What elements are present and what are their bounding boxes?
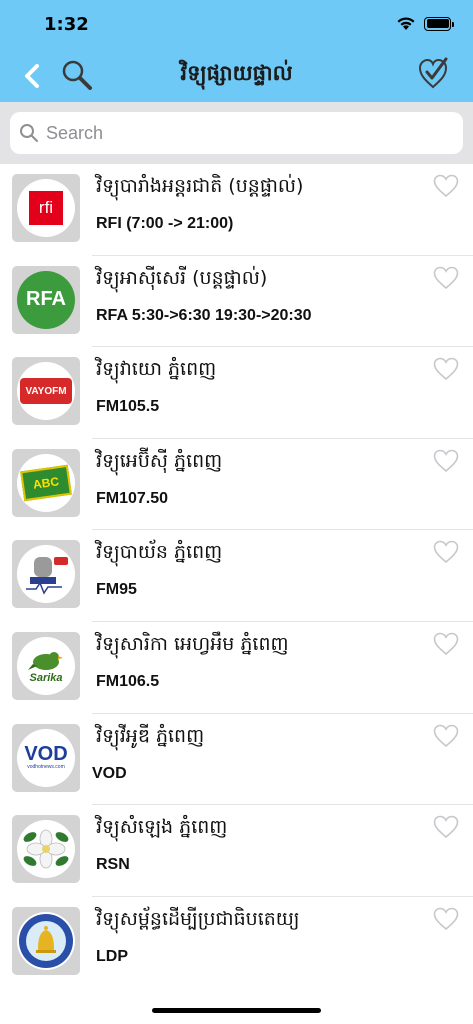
search-bar [0,102,473,164]
page-title: វិទ្យុផ្សាយផ្ទាល់ [180,61,293,85]
ldp-logo [12,906,80,975]
rfi-logo-text: rfi [38,198,54,217]
sarika-bird-icon [28,651,63,670]
heart-icon[interactable] [433,266,459,290]
search-icon[interactable] [60,58,94,92]
rfi-logo-mark: rfi [29,191,63,225]
search-field-icon [20,124,38,142]
station-title: វិទ្យុសារិកា អេហ្វអឹម ភ្នំពេញ [96,632,289,655]
station-subtitle: VOD [92,764,127,782]
station-row-rsn[interactable]: វិទ្យុសំឡេង ភ្នំពេញ RSN [0,805,473,897]
jasmine-flower-icon [23,829,69,869]
heart-icon[interactable] [433,174,459,198]
wifi-icon [397,17,415,30]
station-subtitle: RFI (7:00 -> 21:00) [96,215,234,232]
navigation-header: 1:32 វិទ្យុផ្សាយផ្ទាល់ [0,0,473,102]
heart-icon[interactable] [433,724,459,748]
station-title: វិទ្យុវាយោ ភ្នំពេញ [96,358,217,381]
station-subtitle: RSN [96,856,130,874]
station-row-ldp[interactable]: វិទ្យុសម្ព័ន្ធដើម្បីប្រជាធិបតេយ្យ LDP [0,897,473,989]
abc-logo-mark: ABC [20,464,72,501]
station-title: វិទ្យុបាយ័ន ភ្នំពេញ [96,541,223,564]
station-title: វិទ្យុសំឡេង ភ្នំពេញ [96,816,228,839]
rfa-logo-text: RFA [26,288,66,311]
heart-icon[interactable] [433,357,459,381]
station-subtitle: LDP [96,947,128,965]
heart-icon[interactable] [433,540,459,564]
ldp-bell-icon [19,913,73,968]
station-subtitle: FM105.5 [96,398,160,416]
station-title: វិទ្យុអេប៊ីស៊ី ភ្នំពេញ [96,449,223,472]
heart-icon[interactable] [433,632,459,656]
rsn-logo [12,815,80,884]
vayo-logo-mark: VAYOFM [20,378,72,405]
heart-icon[interactable] [433,449,459,473]
heart-icon[interactable] [433,815,459,839]
station-row-vayo[interactable]: VAYOFM វិទ្យុវាយោ ភ្នំពេញ FM105.5 [0,347,473,439]
station-subtitle: FM106.5 [96,672,160,690]
status-icons [396,16,454,31]
station-row-abc[interactable]: ABC វិទ្យុអេប៊ីស៊ី ភ្នំពេញ FM107.50 [0,439,473,531]
vayo-logo: VAYOFM [12,357,80,426]
vod-logo: VOD vodhotnews.com [12,723,80,792]
station-row-rfi[interactable]: rfi វិទ្យុបារាំងអន្តរជាតិ (បន្តផ្ទាល់) R… [0,164,473,256]
vod-logo-text: VOD [24,743,68,766]
station-subtitle: FM107.50 [96,489,169,507]
status-time: 1:32 [44,14,89,35]
station-row-vod[interactable]: VOD vodhotnews.com វិទ្យុវីអូឌី ភ្នំពេញ … [0,714,473,806]
abc-logo: ABC [12,448,80,517]
vod-logo-site: vodhotnews.com [27,764,65,771]
home-indicator[interactable] [152,1008,321,1013]
station-title: វិទ្យុអាស៊ីសេរី (បន្តផ្ទាល់) [96,266,268,289]
rfi-logo: rfi [12,174,80,242]
station-list: rfi វិទ្យុបារាំងអន្តរជាតិ (បន្តផ្ទាល់) R… [0,164,473,988]
search-field[interactable] [10,112,463,154]
station-title: វិទ្យុវីអូឌី ភ្នំពេញ [96,724,205,747]
station-row-rfa[interactable]: RFA វិទ្យុអាស៊ីសេរី (បន្តផ្ទាល់) RFA 5:3… [0,256,473,348]
heart-icon[interactable] [433,907,459,931]
sarika-logo-text: Sarika [29,671,63,684]
vayo-logo-text: VAYOFM [25,385,67,397]
station-subtitle: FM95 [96,581,137,599]
station-title: វិទ្យុបារាំងអន្តរជាតិ (បន្តផ្ទាល់) [96,175,304,197]
sarika-logo: Sarika [12,631,80,700]
bayon-logo [12,540,80,609]
station-title: វិទ្យុសម្ព័ន្ធដើម្បីប្រជាធិបតេយ្យ [96,907,300,930]
rfa-logo: RFA [12,265,80,334]
station-subtitle: RFA 5:30->6:30 19:30->20:30 [96,306,312,324]
station-row-bayon[interactable]: វិទ្យុបាយ័ន ភ្នំពេញ FM95 [0,530,473,622]
back-icon[interactable] [18,60,46,92]
station-row-sarika[interactable]: Sarika វិទ្យុសារិកា អេហ្វអឹម ភ្នំពេញ FM1… [0,622,473,714]
search-input[interactable] [46,122,446,144]
battery-icon [424,16,454,31]
favorites-check-icon[interactable] [417,56,449,92]
abc-logo-text: ABC [32,474,60,492]
bayon-logo-mark [26,557,68,595]
